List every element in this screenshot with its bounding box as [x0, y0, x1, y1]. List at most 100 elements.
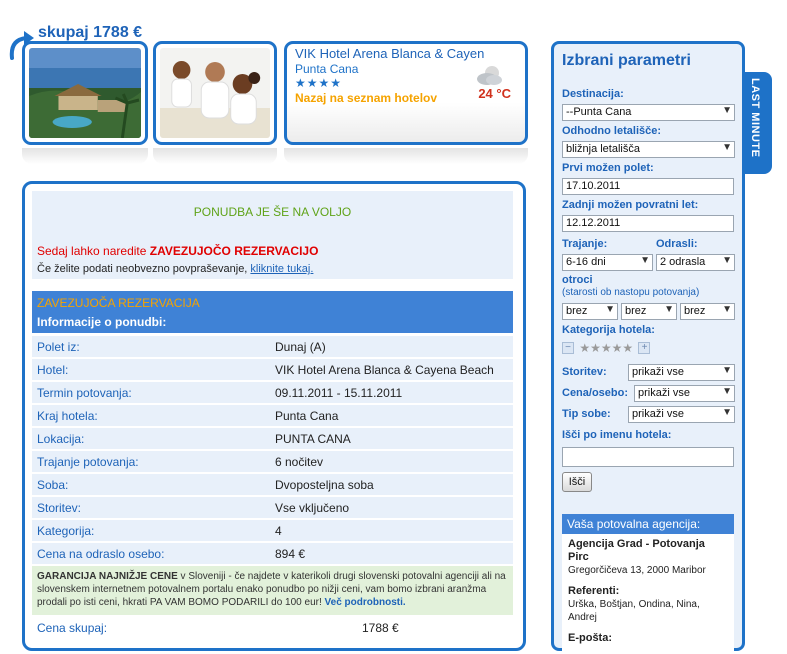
last-minute-label: LAST MINUTE: [749, 78, 761, 158]
detail-row: Kraj hotela: Punta Cana: [32, 405, 513, 426]
children-age-note: (starosti ob nastopu potovanja): [562, 287, 700, 298]
chevron-down-icon: ▼: [722, 365, 732, 376]
room-type-value: prikaži vse: [632, 408, 684, 420]
total-price-label: Cena skupaj:: [37, 621, 108, 635]
duration-select[interactable]: 6-16 dni ▼: [562, 254, 653, 271]
last-minute-tab[interactable]: LAST MINUTE: [742, 72, 772, 174]
detail-row: Storitev: Vse vključeno: [32, 497, 513, 518]
destination-label: Destinacija:: [562, 88, 624, 100]
service-select[interactable]: prikaži vse ▼: [628, 364, 735, 381]
adults-select[interactable]: 2 odrasla ▼: [656, 254, 735, 271]
category-stars[interactable]: ★★★★★: [579, 341, 633, 355]
detail-label: Hotel:: [37, 363, 69, 377]
airport-select[interactable]: bližnja letališča ▼: [562, 141, 735, 158]
child-age-select[interactable]: brez ▼: [680, 303, 735, 320]
airport-value: bližnja letališča: [566, 143, 640, 155]
email-label: E-pošta:: [568, 632, 612, 644]
chevron-down-icon: ▼: [722, 386, 732, 397]
thumb-shadow: [284, 148, 528, 164]
hotel-photo-card[interactable]: [22, 41, 148, 145]
hotel-info-card: VIK Hotel Arena Blanca & Cayen Punta Can…: [284, 41, 528, 145]
detail-label: Kategorija:: [37, 524, 95, 538]
chevron-down-icon: ▼: [722, 105, 732, 116]
detail-value: 894 €: [275, 547, 306, 561]
binding-reservation-link[interactable]: ZAVEZUJOČO REZERVACIJO: [150, 244, 319, 258]
search-parameters-sidebar: Izbrani parametri Destinacija: --Punta C…: [551, 41, 745, 654]
detail-label: Polet iz:: [37, 340, 80, 354]
detail-row: Lokacija: PUNTA CANA: [32, 428, 513, 449]
hotel-category-label: Kategorija hotela:: [562, 324, 655, 336]
referents-value: Urška, Boštjan, Ondina, Nina, Andrej: [568, 599, 700, 623]
detail-label: Trajanje potovanja:: [37, 455, 139, 469]
total-price-header: skupaj 1788 €: [38, 24, 143, 41]
detail-row: Termin potovanja: 09.11.2011 - 15.11.201…: [32, 382, 513, 403]
referents-label: Referenti:: [568, 585, 620, 597]
reserve-prefix: Sedaj lahko naredite: [37, 244, 150, 258]
offer-info-title: Informacije o ponudbi:: [37, 315, 167, 329]
detail-value: 6 nočitev: [275, 455, 324, 469]
service-label: Storitev:: [562, 366, 607, 378]
detail-row: Cena na odraslo osebo: 894 €: [32, 543, 513, 564]
room-type-label: Tip sobe:: [562, 408, 611, 420]
chevron-down-icon: ▼: [722, 142, 732, 153]
detail-value: 09.11.2011 - 15.11.2011: [275, 386, 403, 400]
detail-row: Kategorija: 4: [32, 520, 513, 541]
room-type-select[interactable]: prikaži vse ▼: [628, 406, 735, 423]
inquiry-link[interactable]: kliknite tukaj.: [250, 263, 313, 275]
detail-row: Hotel: VIK Hotel Arena Blanca & Cayena B…: [32, 359, 513, 380]
more-details-link[interactable]: Več podrobnosti.: [325, 597, 406, 608]
detail-value: Dunaj (A): [275, 340, 326, 354]
child-age-value: brez: [625, 305, 647, 317]
search-button[interactable]: Išči: [562, 472, 592, 492]
detail-value: Vse vključeno: [275, 501, 350, 515]
sidebar-title: Izbrani parametri: [562, 52, 691, 69]
price-per-person-select[interactable]: prikaži vse ▼: [634, 385, 735, 402]
airport-label: Odhodno letališče:: [562, 125, 662, 137]
child-age-select[interactable]: brez ▼: [562, 303, 618, 320]
detail-value: 4: [275, 524, 282, 538]
first-flight-input[interactable]: 17.10.2011: [562, 178, 734, 195]
category-plus-button[interactable]: +: [638, 341, 651, 354]
detail-value: Punta Cana: [275, 409, 339, 423]
adults-label: Odrasli:: [656, 238, 698, 250]
reservation-title: ZAVEZUJOČA REZERVACIJA: [37, 296, 200, 310]
agency-info: Agencija Grad - Potovanja Pirc Gregorčič…: [562, 534, 734, 654]
children-label: otroci: [562, 274, 593, 286]
destination-select[interactable]: --Punta Cana ▼: [562, 104, 735, 121]
chevron-down-icon: ▼: [722, 304, 732, 315]
availability-title: PONUDBA JE ŠE NA VOLJO: [193, 205, 352, 219]
agency-address: Gregorčičeva 13, 2000 Maribor: [568, 565, 706, 576]
thumb-shadow: [22, 148, 148, 164]
duration-label: Trajanje:: [562, 238, 608, 250]
price-per-person-label: Cena/osebo:: [562, 387, 629, 399]
detail-row: Trajanje potovanja: 6 nočitev: [32, 451, 513, 472]
total-price-value: 1788 €: [362, 621, 399, 635]
hotel-name[interactable]: VIK Hotel Arena Blanca & Cayen: [295, 46, 517, 61]
chevron-down-icon: ▼: [664, 304, 674, 315]
guarantee-title: GARANCIJA NAJNIŽJE CENE: [37, 571, 178, 582]
destination-value: --Punta Cana: [566, 106, 632, 118]
family-photo[interactable]: [160, 48, 270, 138]
hotel-name-search-input[interactable]: [562, 447, 734, 467]
temperature: 24 °C: [478, 86, 511, 101]
detail-label: Soba:: [37, 478, 69, 492]
detail-label: Lokacija:: [37, 432, 85, 446]
hotel-category-control: − ★★★★★ +: [562, 340, 651, 355]
duration-value: 6-16 dni: [566, 256, 606, 268]
resort-photo[interactable]: [29, 48, 141, 138]
detail-row: Soba: Dvoposteljna soba: [32, 474, 513, 495]
first-flight-label: Prvi možen polet:: [562, 162, 654, 174]
family-photo-card[interactable]: [153, 41, 277, 145]
child-age-select[interactable]: brez ▼: [621, 303, 677, 320]
last-flight-label: Zadnji možen povratni let:: [562, 199, 699, 211]
detail-value: VIK Hotel Arena Blanca & Cayena Beach: [275, 363, 494, 377]
total-price-row: Cena skupaj: 1788 €: [32, 616, 513, 640]
detail-value: PUNTA CANA: [275, 432, 351, 446]
inquiry-notice: Če želite podati neobvezno povpraševanje…: [37, 263, 313, 275]
offer-panel: PONUDBA JE ŠE NA VOLJO Sedaj lahko nared…: [22, 181, 526, 651]
category-minus-button[interactable]: −: [562, 341, 574, 354]
adults-value: 2 odrasla: [660, 256, 706, 268]
last-flight-input[interactable]: 12.12.2011: [562, 215, 734, 232]
detail-label: Cena na odraslo osebo:: [37, 547, 165, 561]
detail-label: Kraj hotela:: [37, 409, 98, 423]
